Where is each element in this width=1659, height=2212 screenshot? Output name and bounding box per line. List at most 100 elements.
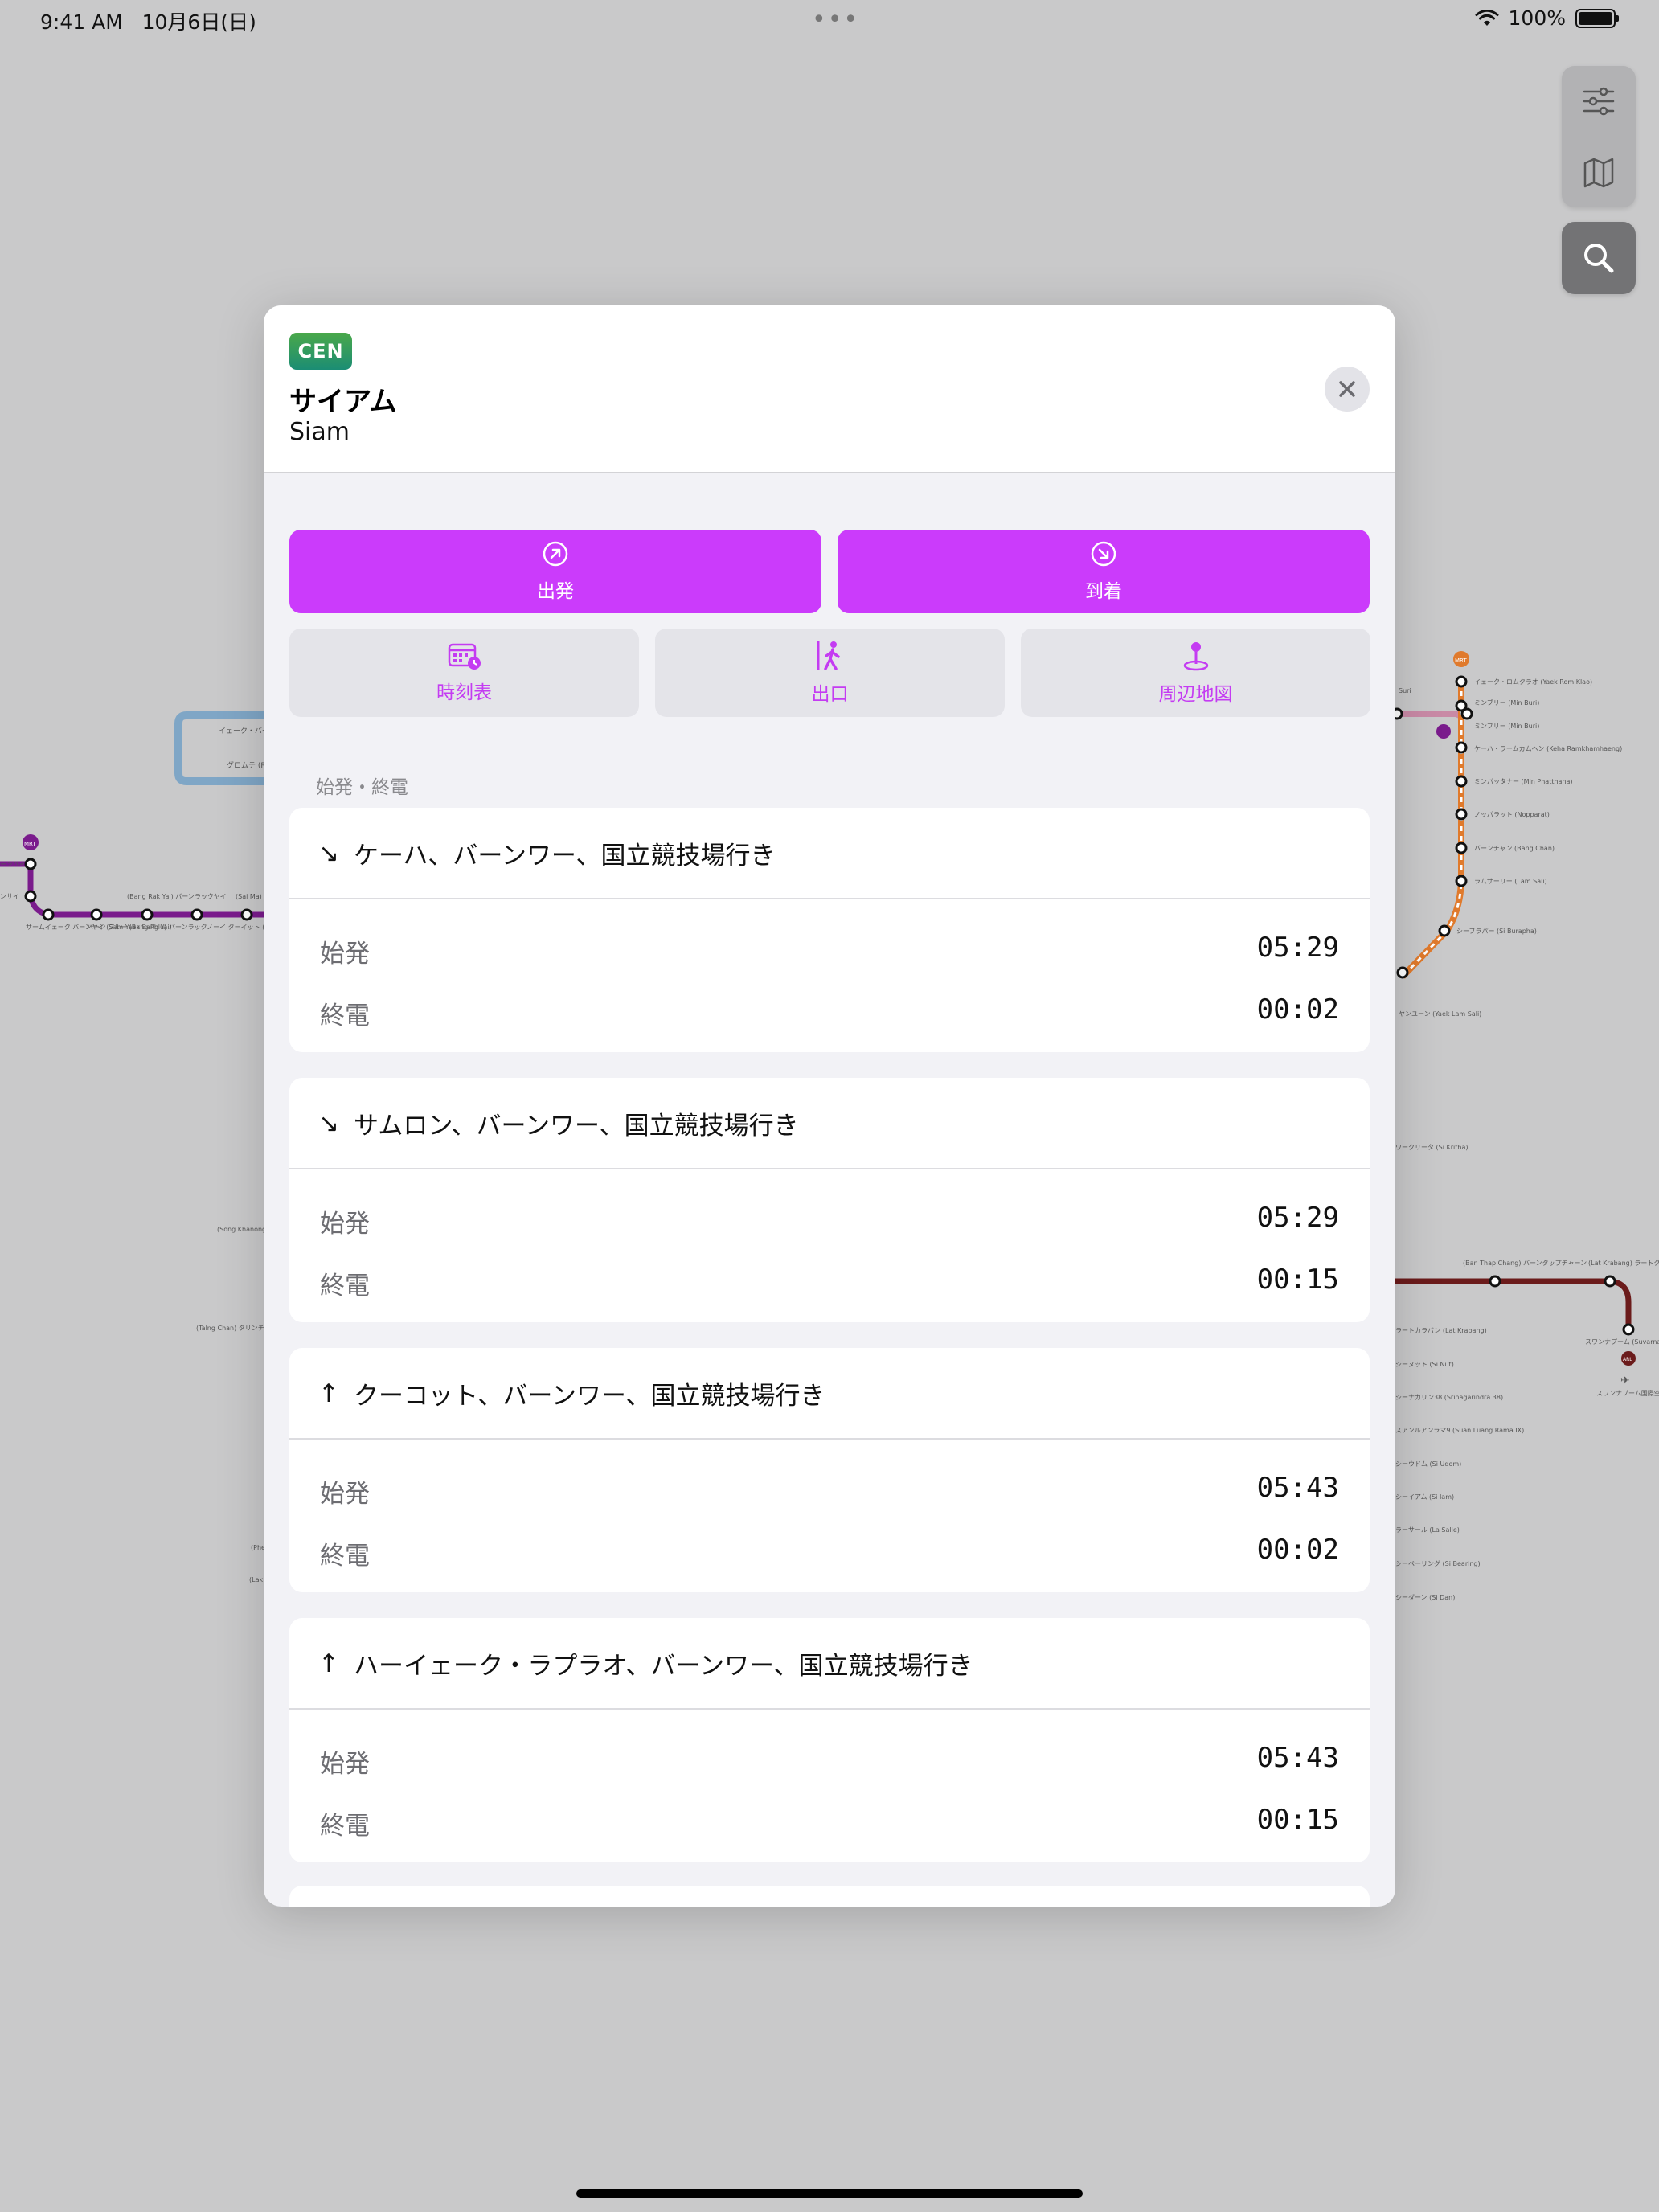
wifi-icon: [1475, 9, 1499, 26]
svg-text:イェーク・ロムクラオ (Yaek Rom Klao): イェーク・ロムクラオ (Yaek Rom Klao): [1474, 678, 1592, 686]
route-destination: ハーイェーク・ラプラオ、バーンワー、国立競技場行き: [353, 1652, 973, 1681]
svg-text:ンサイ: ンサイ: [0, 893, 19, 900]
svg-text:ミンパッタナー (Min Phatthana): ミンパッタナー (Min Phatthana): [1474, 778, 1573, 785]
sheet-header: CEN サイアム Siam: [264, 305, 1395, 473]
exit-label: 出口: [811, 684, 849, 705]
nearby-map-pin-icon: [1183, 642, 1208, 671]
station-name-japanese: サイアム: [289, 386, 397, 418]
card-divider: [289, 1438, 1370, 1440]
svg-text:バーンチャン (Bang Chan): バーンチャン (Bang Chan): [1474, 845, 1555, 852]
timetable-button[interactable]: 時刻表: [289, 629, 639, 717]
direction-arrow-icon: ↑: [318, 1649, 339, 1678]
first-train-label: 始発: [320, 1750, 370, 1779]
station-name-english: Siam: [289, 418, 350, 446]
svg-text:スワンナプーム国際空港: スワンナプーム国際空港: [1596, 1389, 1659, 1397]
route-title: ↑ クーコット、バーンワー、国立競技場行き: [318, 1375, 825, 1411]
depart-button[interactable]: 出発: [289, 530, 821, 613]
nearby-map-button[interactable]: 周辺地図: [1021, 629, 1370, 717]
nearby-map-label: 周辺地図: [1158, 684, 1233, 705]
svg-text:シーブラパー (Si Burapha): シーブラパー (Si Burapha): [1456, 927, 1537, 935]
route-title: ↑ ハーイェーク・ラプラオ、バーンワー、国立競技場行き: [318, 1645, 973, 1682]
depart-label: 出発: [537, 581, 574, 602]
timetable-label: 時刻表: [436, 682, 492, 703]
svg-text:ヤンユーン (Yaek Lam Sali): ヤンユーン (Yaek Lam Sali): [1399, 1010, 1481, 1018]
svg-text:スワンナプーム (Suvarnabhumi): スワンナプーム (Suvarnabhumi): [1585, 1338, 1659, 1346]
svg-text:✈: ✈: [1620, 1374, 1630, 1387]
route-card: ↘ ケーハ、バーンワー、国立競技場行き 始発 05:29 終電 00:02: [289, 808, 1370, 1052]
direction-arrow-icon: ↘: [318, 838, 339, 868]
magnifier-icon: [1584, 244, 1614, 273]
svg-text:スアンルアンラマ9 (Suan Luang Rama IX): スアンルアンラマ9 (Suan Luang Rama IX): [1395, 1427, 1524, 1434]
route-destination: ケーハ、バーンワー、国立競技場行き: [353, 842, 776, 870]
last-train-label: 終電: [320, 1002, 370, 1030]
route-card: ↑ ハーイェーク・ラプラオ、バーンワー、国立競技場行き 始発 05:43 終電 …: [289, 1618, 1370, 1862]
svg-text:ラムサーリー (Lam Sali): ラムサーリー (Lam Sali): [1474, 878, 1547, 885]
route-card: ↑ クーコット、バーンワー、国立競技場行き 始発 05:43 終電 00:02: [289, 1348, 1370, 1592]
svg-text:ケーハ・ラームカムヘン (Keha Ramkhamhaeng: ケーハ・ラームカムヘン (Keha Ramkhamhaeng): [1474, 745, 1622, 752]
svg-text:シーヌット (Si Nut): シーヌット (Si Nut): [1395, 1361, 1454, 1368]
svg-text:バーン プルー (Bang Phlu): バーン プルー (Bang Phlu): [87, 924, 166, 931]
last-train-label: 終電: [320, 1812, 370, 1841]
svg-text:(Bang Rak Yai) バーンラックヤイ: (Bang Rak Yai) バーンラックヤイ: [127, 893, 227, 900]
svg-text:シーナカリン38 (Srinagarindra 38): シーナカリン38 (Srinagarindra 38): [1395, 1394, 1503, 1401]
card-divider: [289, 1708, 1370, 1710]
svg-text:シーイアム (Si Iam): シーイアム (Si Iam): [1395, 1493, 1454, 1501]
svg-text:シーダーン (Si Dan): シーダーン (Si Dan): [1395, 1593, 1455, 1601]
home-indicator[interactable]: [576, 2189, 1083, 2198]
first-train-label: 始発: [320, 1210, 370, 1239]
arrive-button[interactable]: 到着: [838, 530, 1370, 613]
arrive-arrow-icon: [1091, 541, 1116, 567]
last-train-label: 終電: [320, 1542, 370, 1571]
station-detail-sheet: CEN サイアム Siam 出発 到着 時刻表 出口 周辺地図 始発・終電 ↘ …: [264, 305, 1395, 1907]
svg-text:ミンブリー (Min Buri): ミンブリー (Min Buri): [1474, 698, 1539, 707]
svg-text:ミンブリー (Min Buri): ミンブリー (Min Buri): [1474, 722, 1539, 730]
first-train-time: 05:43: [1256, 1742, 1339, 1774]
multitasking-dots[interactable]: •••: [812, 8, 859, 32]
route-title: ↘ ケーハ、バーンワー、国立競技場行き: [318, 835, 776, 871]
route-card-partial: [289, 1886, 1370, 1907]
sliders-icon: [1583, 87, 1615, 116]
first-train-label: 始発: [320, 1480, 370, 1509]
close-icon: [1339, 381, 1355, 397]
svg-text:Suri: Suri: [1399, 687, 1411, 694]
first-train-time: 05:29: [1256, 1202, 1339, 1234]
battery-icon: [1575, 8, 1619, 28]
svg-text:ラーサール (La Salle): ラーサール (La Salle): [1395, 1526, 1460, 1534]
svg-text:ーンパイ: ーンパイ: [0, 861, 26, 868]
route-card: ↘ サムロン、バーンワー、国立競技場行き 始発 05:29 終電 00:15: [289, 1078, 1370, 1322]
card-divider: [289, 1168, 1370, 1169]
first-train-label: 始発: [320, 940, 370, 969]
last-train-label: 終電: [320, 1272, 370, 1301]
first-train-time: 05:29: [1256, 932, 1339, 964]
svg-text:ARL: ARL: [1623, 1357, 1632, 1362]
section-title: 始発・終電: [316, 777, 408, 798]
last-train-time: 00:15: [1256, 1264, 1339, 1296]
line-code-badge: CEN: [289, 333, 352, 370]
arrive-label: 到着: [1085, 581, 1122, 602]
status-time: 9:41 AM 10月6日(日): [40, 6, 256, 35]
last-train-time: 00:15: [1256, 1804, 1339, 1836]
search-button[interactable]: [1562, 222, 1636, 294]
first-train-time: 05:43: [1256, 1472, 1339, 1504]
map-view-button[interactable]: [1562, 137, 1636, 207]
svg-text:ワークリータ (Si Kritha): ワークリータ (Si Kritha): [1395, 1144, 1469, 1151]
svg-text:MRT: MRT: [1455, 657, 1467, 664]
exit-walking-icon: [817, 641, 840, 670]
close-button[interactable]: [1325, 367, 1370, 412]
exit-button[interactable]: 出口: [655, 629, 1005, 717]
svg-text:(Ban Thap Chang) バーンタップチャーン: (Ban Thap Chang) バーンタップチャーン: [1463, 1260, 1587, 1267]
depart-arrow-icon: [543, 541, 568, 567]
route-destination: クーコット、バーンワー、国立競技場行き: [353, 1382, 825, 1411]
svg-text:MRT: MRT: [24, 841, 36, 847]
filter-button[interactable]: [1562, 66, 1636, 137]
map-icon: [1583, 158, 1614, 188]
timetable-calendar-icon: [448, 643, 481, 670]
direction-arrow-icon: ↘: [318, 1108, 339, 1138]
status-date: 10月6日(日): [141, 10, 256, 34]
status-clock: 9:41 AM: [40, 10, 123, 34]
svg-text:シーベーリング (Si Bearing): シーベーリング (Si Bearing): [1395, 1559, 1481, 1567]
card-divider: [289, 898, 1370, 899]
svg-text:シーウドム (Si Udom): シーウドム (Si Udom): [1395, 1460, 1461, 1468]
last-train-time: 00:02: [1256, 1534, 1339, 1566]
svg-text:(Talng Chan) タリンチャ: (Talng Chan) タリンチャ: [196, 1325, 271, 1332]
